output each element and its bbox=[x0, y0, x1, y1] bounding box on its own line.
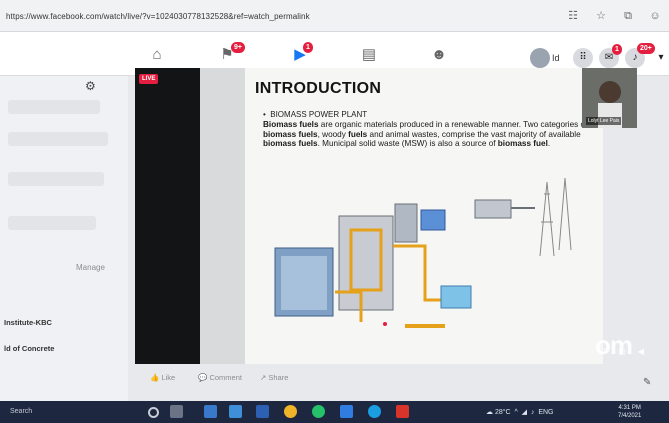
task-view-icon[interactable] bbox=[170, 405, 183, 418]
slide-body-run: and animal wastes, comprise the vast maj… bbox=[367, 129, 581, 139]
home-icon[interactable]: ⌂ bbox=[146, 44, 168, 66]
miniplayer-icon[interactable]: ▢ bbox=[617, 347, 627, 357]
windows-taskbar: Search ☁ 28°C ^ ◢ ♪ ENG 4:31 PM 7/4/2021 bbox=[0, 401, 669, 423]
taskbar-app-icon[interactable] bbox=[204, 405, 217, 418]
taskbar-app-icon[interactable] bbox=[229, 405, 242, 418]
left-sidebar: ⚙ Manage Institute-KBC ld of Concrete bbox=[0, 76, 128, 402]
sidebar-placeholder bbox=[8, 216, 96, 230]
share-button[interactable]: ↗ Share bbox=[260, 373, 288, 382]
cortana-icon[interactable] bbox=[148, 407, 159, 418]
slide-body-run: . bbox=[547, 139, 551, 149]
presenter-name: Lolyt Lee Pais bbox=[586, 117, 622, 125]
share-label: Share bbox=[268, 373, 289, 382]
slide-body-bold: biomass fuel bbox=[497, 139, 548, 149]
clock-date: 7/4/2021 bbox=[618, 413, 642, 419]
slide-body-run: , woody bbox=[317, 129, 349, 139]
fullscreen-icon[interactable]: ⤢ bbox=[597, 347, 607, 357]
biomass-plant-diagram bbox=[274, 177, 572, 328]
live-badge: LIVE bbox=[139, 74, 159, 84]
star-icon[interactable]: ☆ bbox=[594, 9, 608, 23]
slide-body-bold: Biomass fuels bbox=[263, 120, 319, 129]
weather-label: 28°C bbox=[494, 409, 511, 416]
slide-body-bold: biomass fuels bbox=[263, 139, 318, 149]
chrome-icon[interactable] bbox=[284, 405, 297, 418]
whatsapp-icon[interactable] bbox=[312, 405, 325, 418]
browser-address-bar: https://www.facebook.com/watch/live/?v=1… bbox=[0, 0, 669, 32]
monitor-screen: https://www.facebook.com/watch/live/?v=1… bbox=[0, 0, 669, 423]
acrobat-icon[interactable] bbox=[396, 405, 409, 418]
reader-icon[interactable]: ☷ bbox=[566, 9, 580, 23]
secondary-video-panel bbox=[200, 68, 245, 364]
comment-button[interactable]: 💬 Comment bbox=[198, 373, 242, 382]
sidebar-placeholder bbox=[8, 100, 100, 114]
clock-time: 4:31 PM bbox=[618, 405, 641, 411]
sidebar-item-concrete[interactable]: ld of Concrete bbox=[4, 344, 54, 353]
slide-body-text: Biomass fuels are organic materials prod… bbox=[263, 120, 593, 149]
taskbar-search[interactable]: Search bbox=[10, 408, 32, 415]
groups-icon[interactable]: ☻ bbox=[428, 44, 450, 66]
bullet-text: BIOMASS POWER PLANT bbox=[270, 110, 368, 119]
like-label: Like bbox=[161, 373, 176, 382]
slide-body-bold: fuels bbox=[348, 129, 368, 139]
sidebar-placeholder bbox=[8, 172, 104, 186]
settings-gear-icon[interactable]: ⚙ bbox=[85, 79, 99, 93]
profile-icon[interactable]: ☺ bbox=[648, 9, 662, 23]
slide-body-bold: biomass fuels bbox=[263, 129, 318, 139]
slide-body-run: . Municipal solid waste (MSW) is also a … bbox=[317, 139, 498, 149]
account-chevron-icon[interactable]: ▾ bbox=[651, 48, 669, 68]
taskbar-app-icon[interactable] bbox=[340, 405, 353, 418]
avatar[interactable] bbox=[530, 48, 550, 68]
edge-icon[interactable] bbox=[368, 405, 381, 418]
edit-icon[interactable]: ✎ bbox=[643, 377, 651, 388]
url-text[interactable]: https://www.facebook.com/watch/live/?v=1… bbox=[6, 12, 310, 21]
messenger-badge: 1 bbox=[612, 44, 622, 55]
menu-grid-icon[interactable]: ⠿ bbox=[573, 48, 593, 68]
system-clock[interactable]: 4:31 PM 7/4/2021 bbox=[618, 404, 641, 420]
collections-icon[interactable]: ⧉ bbox=[621, 9, 635, 23]
watch-badge: 1 bbox=[303, 42, 313, 53]
manage-link[interactable]: Manage bbox=[76, 263, 105, 272]
word-icon[interactable] bbox=[256, 405, 269, 418]
weather-temp[interactable]: ☁ 28°C ^ ◢ ♪ ENG bbox=[486, 408, 554, 416]
pages-badge: 9+ bbox=[231, 42, 245, 53]
like-button[interactable]: 👍 Like bbox=[150, 373, 175, 382]
sidebar-placeholder bbox=[8, 132, 108, 146]
slide-title: INTRODUCTION bbox=[255, 80, 382, 97]
profile-name[interactable]: Id bbox=[552, 53, 560, 63]
comment-label: Comment bbox=[209, 373, 242, 382]
slide-bullet: • BIOMASS POWER PLANT bbox=[263, 110, 368, 119]
marketplace-icon[interactable]: ▤ bbox=[358, 44, 380, 66]
volume-icon[interactable]: ◀ bbox=[636, 347, 646, 357]
slide-body-run: are organic materials produced in a rene… bbox=[318, 120, 588, 129]
presentation-slide: INTRODUCTION • BIOMASS POWER PLANT Bioma… bbox=[245, 68, 603, 364]
video-player[interactable]: LIVE INTRODUCTION • BIOMASS POWER PLANT … bbox=[135, 68, 637, 364]
sidebar-item-institute[interactable]: Institute-KBC bbox=[4, 318, 52, 327]
